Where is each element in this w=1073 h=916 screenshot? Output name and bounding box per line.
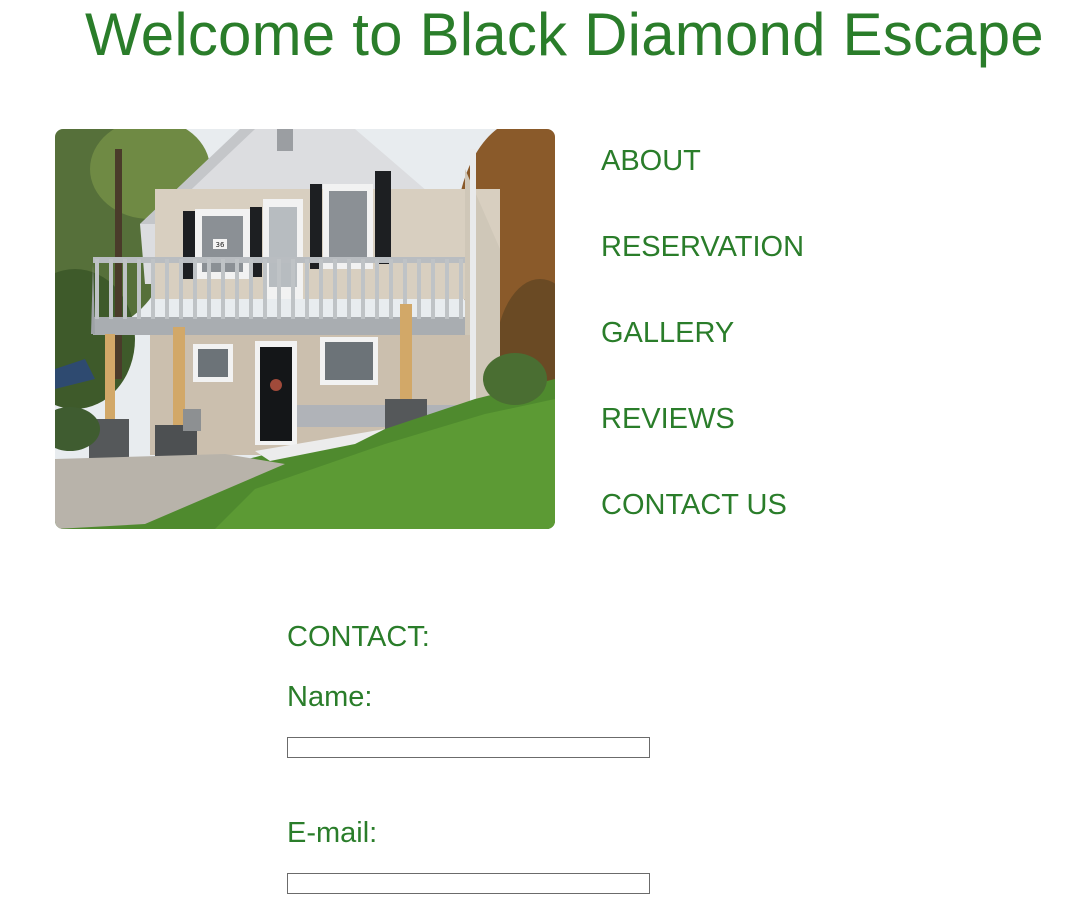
email-input[interactable] <box>287 873 650 894</box>
name-label: Name: <box>287 681 373 713</box>
nav-item-gallery: GALLERY <box>601 312 804 398</box>
email-label: E-mail: <box>287 817 378 849</box>
site-title: Welcome to Black Diamond Escape <box>85 1 1044 68</box>
name-input[interactable] <box>287 737 650 758</box>
nav-item-about: ABOUT <box>601 140 804 226</box>
house-number-plate: 36 <box>216 241 225 249</box>
main-nav: ABOUT RESERVATION GALLERY REVIEWS CONTAC… <box>601 140 804 570</box>
nav-link-reviews[interactable]: REVIEWS <box>601 398 735 441</box>
hero-house-photo: 36 <box>55 129 555 529</box>
nav-link-gallery[interactable]: GALLERY <box>601 312 734 355</box>
nav-item-reviews: REVIEWS <box>601 398 804 484</box>
nav-link-reservation[interactable]: RESERVATION <box>601 226 804 269</box>
nav-item-contact-us: CONTACT US <box>601 484 804 570</box>
nav-item-reservation: RESERVATION <box>601 226 804 312</box>
contact-form: CONTACT: Name: E-mail: <box>287 616 707 894</box>
nav-link-about[interactable]: ABOUT <box>601 140 701 183</box>
contact-heading: CONTACT: <box>287 621 430 653</box>
nav-link-contact-us[interactable]: CONTACT US <box>601 484 787 527</box>
